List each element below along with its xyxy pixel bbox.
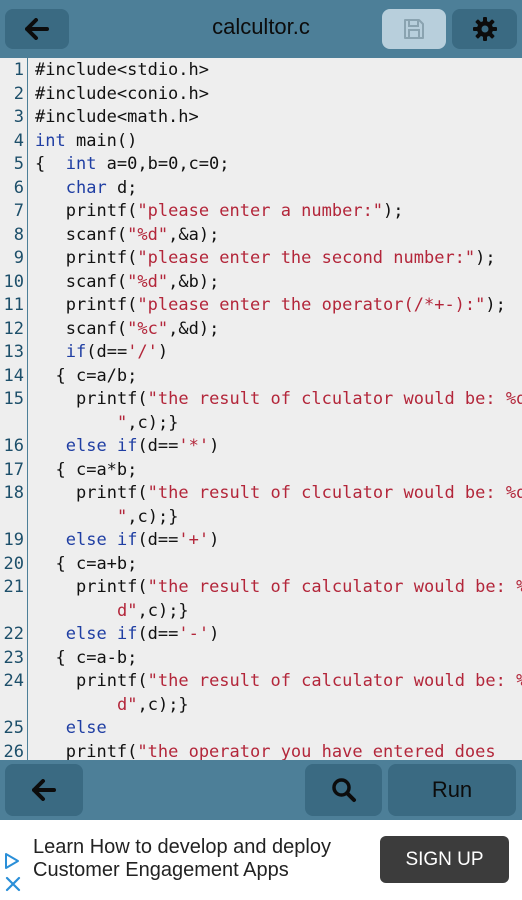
code-text: int main() [35, 130, 138, 151]
ad-text: Learn How to develop and deploy Customer… [33, 836, 331, 881]
code-text: char d; [65, 177, 138, 198]
code-text: printf("please enter the second number:"… [65, 248, 496, 268]
code-text: scanf("%d",&b); [65, 271, 220, 292]
gear-icon [472, 17, 497, 41]
code-text: { c=a*b; [55, 459, 138, 480]
floppy-disk-icon [404, 19, 424, 39]
code-text: d",c);} [117, 600, 189, 621]
code-text: else if(d=='+') [65, 530, 220, 550]
line-number: 23 [3, 647, 24, 668]
line-number: 9 [13, 248, 24, 268]
ad-banner[interactable]: Learn How to develop and deploy Customer… [0, 820, 522, 900]
code-text: scanf("%c",&d); [65, 318, 220, 339]
line-number: 1 [13, 60, 24, 80]
code-text: #include<stdio.h> [35, 60, 209, 80]
code-text: printf("the result of calculator would b… [76, 671, 522, 691]
run-button[interactable]: Run [388, 764, 516, 816]
code-text: else if(d=='*') [65, 436, 220, 456]
line-number: 7 [13, 201, 24, 221]
line-number: 18 [3, 483, 24, 503]
line-number: 21 [3, 577, 24, 597]
back-button[interactable] [5, 9, 69, 49]
code-text: { c=a+b; [55, 553, 138, 574]
line-number: 16 [3, 436, 24, 456]
line-number: 17 [3, 459, 24, 480]
close-icon[interactable] [5, 876, 21, 892]
file-title: calcultor.c [212, 14, 310, 39]
ad-choices-icon[interactable] [3, 852, 21, 870]
code-text: { int a=0,b=0,c=0; [35, 154, 230, 174]
line-number: 6 [13, 177, 24, 198]
line-number: 10 [3, 271, 24, 292]
line-number: 24 [3, 671, 24, 691]
code-text: printf("the operator you have entered do… [65, 741, 496, 761]
code-editor[interactable]: 1 #include<stdio.h> 2 #include<conio.h> 3 #in… [0, 58, 522, 760]
bottom-toolbar: Run [0, 760, 522, 820]
code-text: scanf("%d",&a); [65, 224, 220, 245]
line-number: 22 [3, 624, 24, 644]
save-button[interactable] [382, 9, 446, 49]
code-text: printf("the result of calculator would b… [76, 577, 522, 597]
sign-up-button[interactable]: SIGN UP [380, 836, 509, 883]
line-number: 25 [3, 718, 24, 738]
code-text: d",c);} [117, 694, 189, 715]
code-text: { c=a-b; [55, 647, 138, 668]
line-number: 11 [3, 295, 24, 315]
search-icon [331, 778, 356, 802]
code-text: else if(d=='-') [65, 624, 220, 644]
line-number: 15 [3, 389, 24, 409]
arrow-left-icon [25, 18, 49, 40]
code-text: printf("please enter a number:"); [65, 201, 404, 221]
arrow-left-icon [32, 779, 56, 801]
code-text: { c=a/b; [55, 365, 138, 386]
code-text: printf("please enter the operator(/*+-):… [65, 295, 506, 315]
code-text: if(d=='/') [65, 342, 169, 362]
line-number: 3 [13, 107, 24, 127]
line-number: 8 [13, 224, 24, 245]
code-text: ",c);} [117, 506, 179, 527]
bottom-back-button[interactable] [5, 764, 83, 816]
line-number: 5 [13, 154, 24, 174]
line-number: 2 [13, 83, 24, 104]
code-text: #include<conio.h> [35, 83, 209, 104]
line-number: 19 [3, 530, 24, 550]
search-button[interactable] [305, 764, 382, 816]
code-text: printf("the result of clculator would be… [76, 483, 522, 503]
line-number: 20 [3, 553, 24, 574]
line-number: 14 [3, 365, 24, 386]
line-number: 26 [3, 741, 24, 761]
code-text: printf("the result of clculator would be… [76, 389, 522, 409]
code-text: else [65, 718, 107, 738]
settings-button[interactable] [452, 9, 517, 49]
line-number: 13 [3, 342, 24, 362]
line-number: 12 [3, 318, 24, 339]
code-text: #include<math.h> [35, 107, 199, 127]
line-number: 4 [13, 130, 24, 151]
top-bar: calcultor.c [0, 0, 522, 58]
code-text: ",c);} [117, 412, 179, 433]
